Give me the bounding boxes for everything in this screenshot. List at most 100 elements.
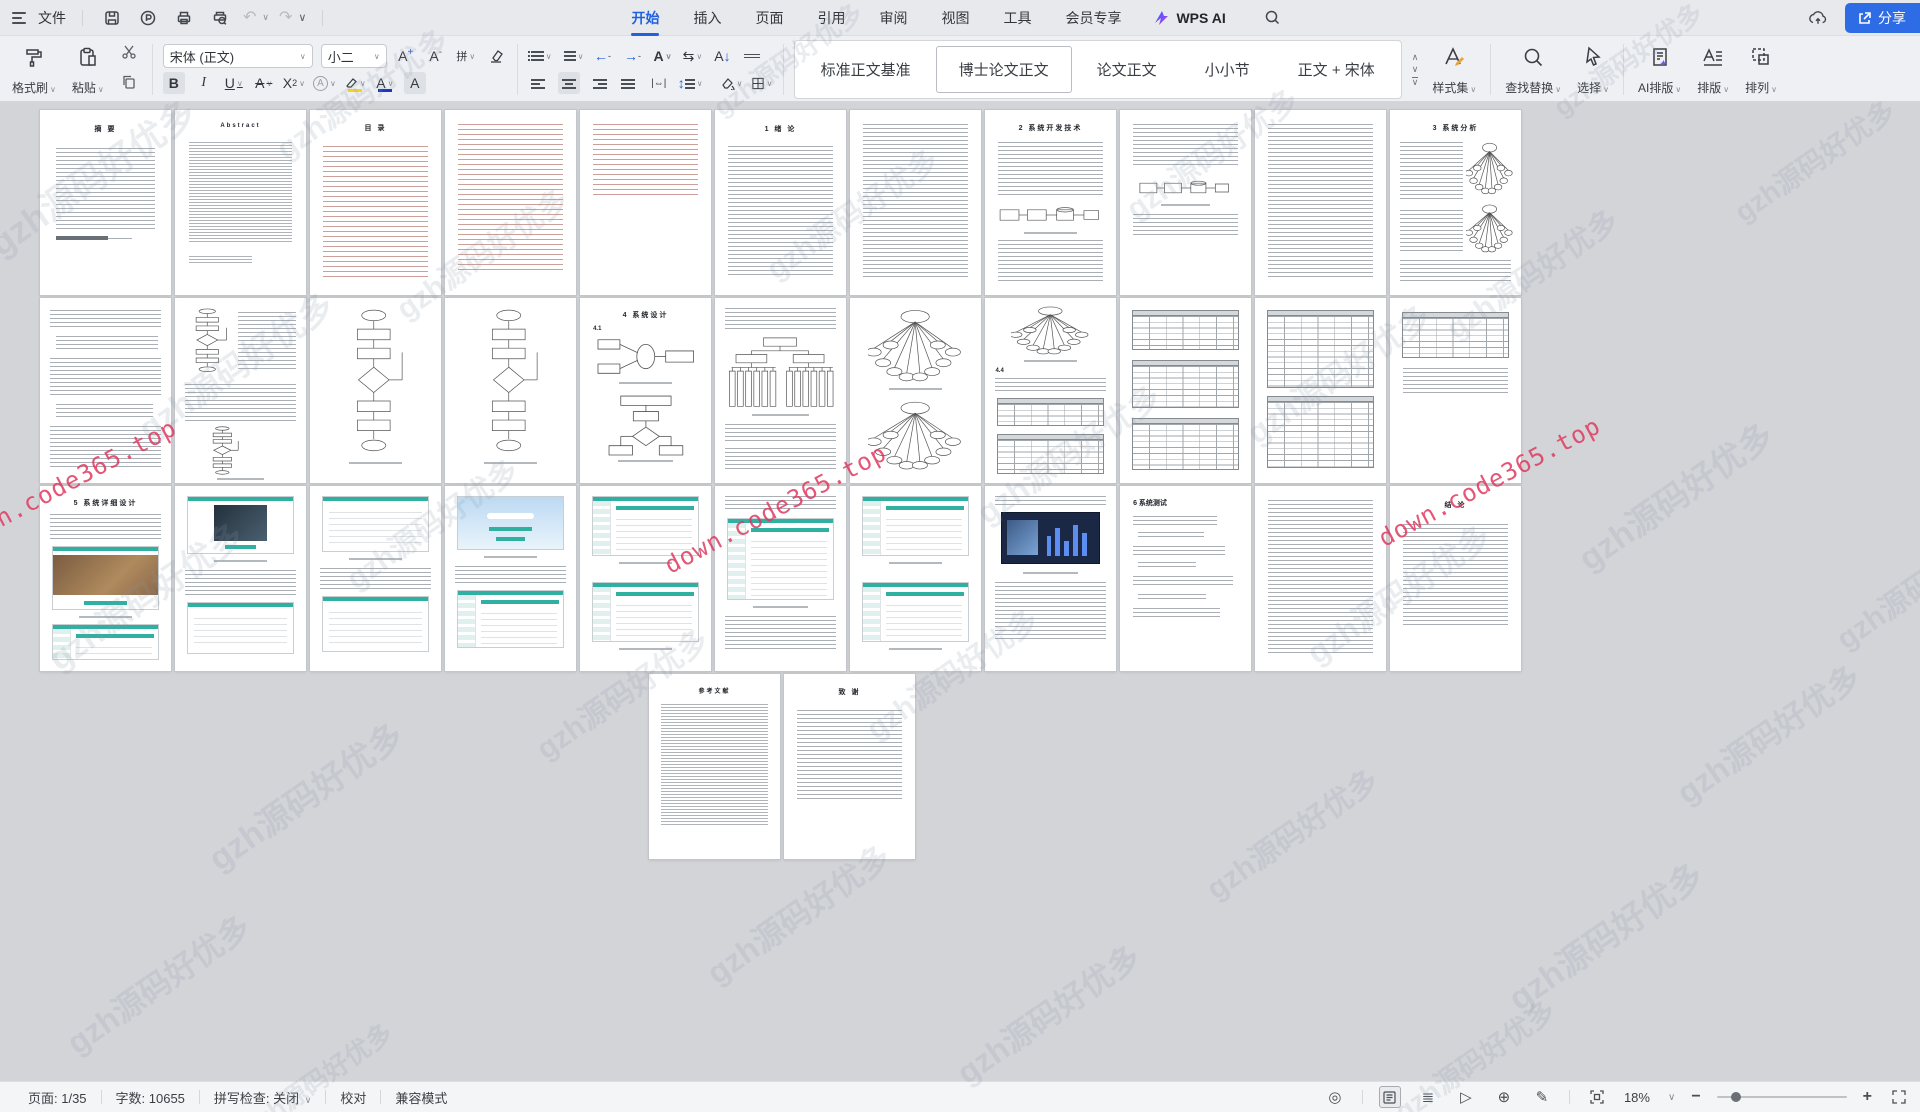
page-thumbnail-22[interactable]: [1390, 298, 1521, 483]
page-indicator[interactable]: 页面: 1/35: [14, 1088, 101, 1107]
highlight-color-button[interactable]: ∨: [344, 72, 366, 94]
page-thumbnail-13[interactable]: [175, 298, 306, 483]
page-view-button[interactable]: [1379, 1086, 1401, 1108]
underline-button[interactable]: U∨: [223, 72, 245, 94]
clear-format-button[interactable]: [485, 45, 507, 67]
file-menu[interactable]: 文件: [38, 8, 66, 28]
undo-button[interactable]: ↶: [243, 10, 256, 26]
page-thumbnail-34[interactable]: 参考文献: [649, 674, 780, 859]
redo-button[interactable]: ↷: [279, 10, 292, 26]
export-pdf-button[interactable]: [135, 5, 161, 31]
phonetic-guide-button[interactable]: 拼∨: [455, 45, 477, 67]
character-shading-button[interactable]: A: [404, 72, 426, 94]
page-thumbnail-9[interactable]: [1120, 110, 1251, 295]
spell-check-status[interactable]: 拼写检查: 关闭 ∨: [200, 1088, 325, 1107]
text-effects-button[interactable]: A∨: [651, 45, 673, 67]
strikethrough-button[interactable]: A∨: [253, 72, 275, 94]
read-mode-button[interactable]: ▷: [1455, 1086, 1477, 1108]
undo-dropdown-icon[interactable]: ∨: [262, 12, 269, 23]
document-canvas[interactable]: 摘 要Abstract目 录1 绪 论2 系统开发技术3 系统分析4 系统设计4…: [0, 103, 1920, 1081]
page-thumbnail-18[interactable]: [850, 298, 981, 483]
page-thumbnail-10[interactable]: [1255, 110, 1386, 295]
gallery-more-icon[interactable]: ∨: [1412, 77, 1419, 87]
page-thumbnail-31[interactable]: 6 系统测试: [1120, 486, 1251, 671]
proofing-button[interactable]: 校对: [326, 1088, 380, 1107]
page-thumbnail-6[interactable]: 1 绪 论: [715, 110, 846, 295]
page-thumbnail-15[interactable]: [445, 298, 576, 483]
page-thumbnail-20[interactable]: [1120, 298, 1251, 483]
font-color-button[interactable]: A∨: [374, 72, 396, 94]
show-marks-button[interactable]: [741, 45, 763, 67]
grow-font-button[interactable]: A+: [395, 45, 417, 67]
menu-tab-8[interactable]: 会员专享: [1063, 1, 1123, 35]
page-thumbnail-25[interactable]: [310, 486, 441, 671]
numbering-button[interactable]: ∨: [560, 45, 584, 67]
align-right-button[interactable]: [588, 72, 610, 94]
print-button[interactable]: [171, 5, 197, 31]
page-thumbnail-24[interactable]: [175, 486, 306, 671]
wps-ai-menu[interactable]: WPS AI: [1153, 10, 1225, 26]
page-thumbnail-29[interactable]: [850, 486, 981, 671]
page-thumbnail-8[interactable]: 2 系统开发技术: [985, 110, 1116, 295]
zoom-slider-knob[interactable]: [1731, 1092, 1741, 1102]
page-thumbnail-30[interactable]: [985, 486, 1116, 671]
zoom-slider[interactable]: [1717, 1096, 1847, 1098]
page-thumbnail-21[interactable]: [1255, 298, 1386, 483]
sort-button[interactable]: A↓: [711, 45, 733, 67]
page-thumbnail-5[interactable]: [580, 110, 711, 295]
find-replace-button[interactable]: 查找替换∨: [1501, 40, 1565, 99]
gallery-up-icon[interactable]: ∧: [1412, 53, 1419, 62]
typeset-button[interactable]: 排版∨: [1693, 40, 1733, 99]
asian-layout-button[interactable]: ⇆∨: [681, 45, 703, 67]
cut-button[interactable]: [121, 44, 137, 65]
borders-button[interactable]: ∨: [751, 72, 773, 94]
page-thumbnail-19[interactable]: 4.4: [985, 298, 1116, 483]
copy-button[interactable]: [121, 74, 137, 95]
menu-tab-5[interactable]: 审阅: [877, 1, 909, 35]
select-button[interactable]: 选择∨: [1573, 40, 1613, 99]
page-thumbnail-2[interactable]: Abstract: [175, 110, 306, 295]
eye-protect-icon[interactable]: ◎: [1324, 1086, 1346, 1108]
align-left-button[interactable]: [528, 72, 550, 94]
page-thumbnail-3[interactable]: 目 录: [310, 110, 441, 295]
bold-button[interactable]: B: [163, 72, 185, 94]
page-thumbnail-35[interactable]: 致 谢: [784, 674, 915, 859]
decrease-indent-button[interactable]: ←-: [591, 45, 613, 67]
cloud-upload-button[interactable]: [1805, 5, 1831, 31]
increase-indent-button[interactable]: →-: [621, 45, 643, 67]
zoom-level[interactable]: 18%: [1624, 1090, 1650, 1105]
menu-tab-3[interactable]: 页面: [753, 1, 785, 35]
justify-button[interactable]: [618, 72, 640, 94]
ai-layout-button[interactable]: AI排版∨: [1634, 40, 1685, 99]
font-size-select[interactable]: 小二∨: [321, 44, 387, 68]
bullets-button[interactable]: ∨: [528, 45, 552, 67]
fit-page-button[interactable]: [1586, 1086, 1608, 1108]
page-thumbnail-27[interactable]: [580, 486, 711, 671]
style-item-5[interactable]: 正文 + 宋体: [1275, 46, 1398, 93]
toolbar-more-icon[interactable]: ∨: [298, 11, 306, 24]
word-count[interactable]: 字数: 10655: [102, 1088, 199, 1107]
line-spacing-button[interactable]: ↕∨: [678, 72, 703, 94]
outline-view-button[interactable]: ≣: [1417, 1086, 1439, 1108]
paste-button[interactable]: 粘贴∨: [68, 40, 108, 99]
arrange-button[interactable]: 排列∨: [1741, 40, 1781, 99]
style-set-button[interactable]: 样式集∨: [1428, 40, 1480, 99]
print-preview-button[interactable]: [207, 5, 233, 31]
page-thumbnail-12[interactable]: [40, 298, 171, 483]
web-view-button[interactable]: ⊕: [1493, 1086, 1515, 1108]
style-item-3[interactable]: 论文正文: [1074, 46, 1180, 93]
page-thumbnail-26[interactable]: [445, 486, 576, 671]
style-item-1[interactable]: 标准正文基准: [798, 46, 934, 93]
hamburger-menu-icon[interactable]: [12, 12, 28, 24]
page-thumbnail-17[interactable]: [715, 298, 846, 483]
page-thumbnail-23[interactable]: 5 系统详细设计: [40, 486, 171, 671]
fullscreen-button[interactable]: [1888, 1086, 1910, 1108]
menu-tab-2[interactable]: 插入: [691, 1, 723, 35]
page-thumbnail-11[interactable]: 3 系统分析: [1390, 110, 1521, 295]
page-thumbnail-16[interactable]: 4 系统设计4.1: [580, 298, 711, 483]
page-thumbnail-4[interactable]: [445, 110, 576, 295]
search-button[interactable]: [1260, 5, 1286, 31]
zoom-dropdown-icon[interactable]: ∨: [1668, 1092, 1675, 1103]
superscript-button[interactable]: X2∨: [283, 72, 305, 94]
format-painter-button[interactable]: 格式刷∨: [8, 40, 60, 99]
